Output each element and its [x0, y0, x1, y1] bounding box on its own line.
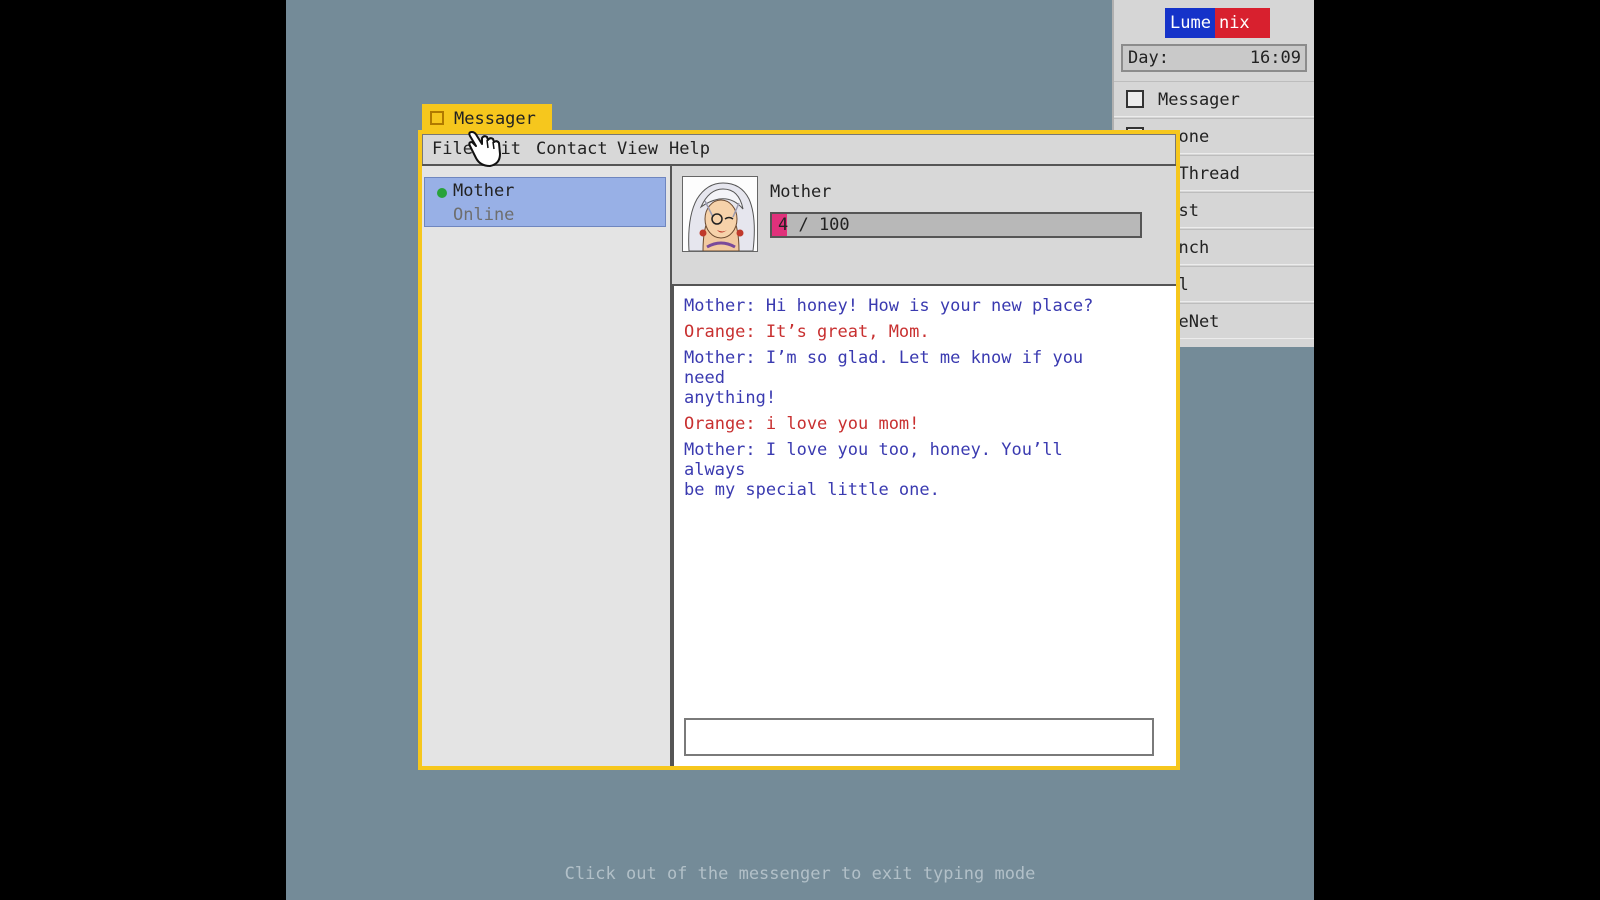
menu-bar: File Edit Contact View Help: [422, 134, 1176, 164]
menu-contact[interactable]: Contact: [536, 134, 608, 164]
chat-message: Mother: I’m so glad. Let me know if you …: [684, 348, 1084, 408]
logo-part-1: Lume: [1165, 8, 1215, 38]
taskbar-item-label: Messager: [1158, 90, 1240, 110]
chat-contact-name: Mother: [770, 182, 832, 202]
logo-part-2: nix: [1214, 8, 1270, 38]
chat-input[interactable]: [684, 718, 1154, 756]
contact-status: Online: [453, 205, 515, 225]
taskbar-item-messager[interactable]: Messager: [1114, 81, 1314, 117]
contact-list: Mother Online: [422, 164, 672, 766]
message-list: Mother: Hi honey! How is your new place?…: [684, 296, 1134, 506]
clock-time: 16:09: [1249, 48, 1301, 68]
chat-log: Mother: Hi honey! How is your new place?…: [672, 284, 1176, 766]
chat-message: Mother: I love you too, honey. You’ll al…: [684, 440, 1063, 500]
menu-help[interactable]: Help: [669, 134, 710, 164]
clock-label: Day:: [1128, 48, 1169, 68]
pointing-hand-cursor-icon: [468, 131, 501, 167]
mother-portrait-icon: [683, 177, 757, 251]
chat-message: Orange: It’s great, Mom.: [684, 322, 930, 342]
messenger-window: File Edit Contact View Help Mother Onlin…: [418, 130, 1180, 770]
contact-name: Mother: [453, 181, 515, 201]
window-checkbox-icon[interactable]: [430, 111, 444, 125]
avatar: [682, 176, 758, 252]
os-logo: Lume nix: [1165, 8, 1270, 38]
chat-header: Mother 4 / 100: [672, 164, 1176, 284]
affinity-bar: 4 / 100: [770, 212, 1142, 238]
checkbox-icon: [1126, 90, 1144, 108]
chat-message: Mother: Hi honey! How is your new place?: [684, 296, 1094, 316]
online-status-icon: [437, 188, 447, 198]
affinity-text: 4 / 100: [778, 215, 850, 235]
day-clock: Day: 16:09: [1121, 44, 1307, 72]
desktop[interactable]: Lume nix Day: 16:09 Messager azone lkThr…: [286, 0, 1314, 900]
menu-view[interactable]: View: [617, 134, 658, 164]
typing-mode-hint: Click out of the messenger to exit typin…: [564, 864, 1036, 884]
contact-item-mother[interactable]: Mother Online: [424, 177, 666, 227]
chat-message: Orange: i love you mom!: [684, 414, 920, 434]
